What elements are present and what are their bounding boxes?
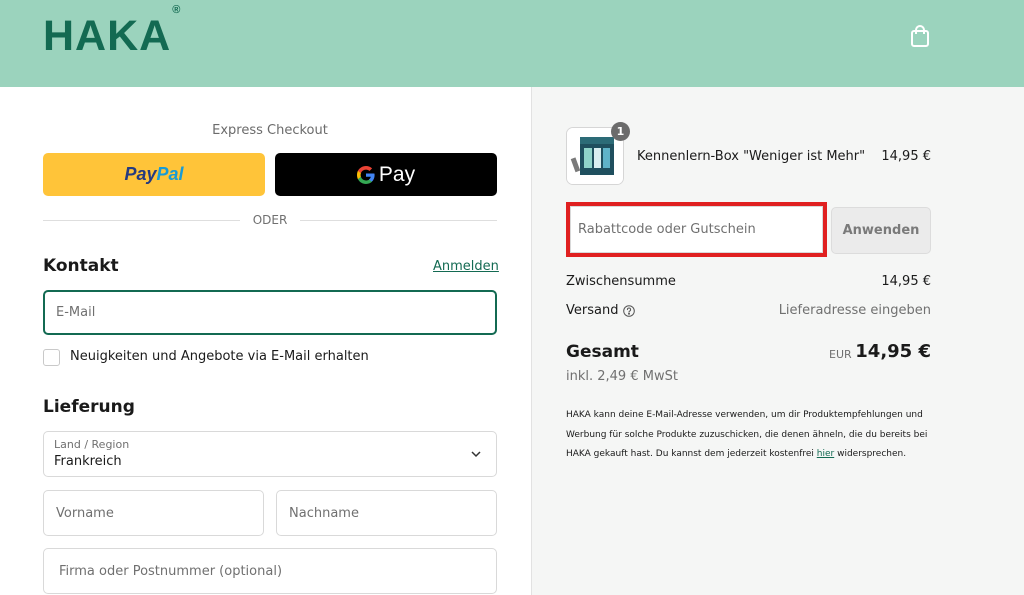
express-checkout-title: Express Checkout	[212, 123, 328, 138]
contact-title: Kontakt	[43, 256, 119, 276]
first-name-field[interactable]	[43, 490, 264, 536]
opt-out-link[interactable]: hier	[817, 449, 834, 459]
quantity-badge: 1	[611, 122, 630, 141]
subtotal-value: 14,95 €	[881, 274, 931, 289]
help-circle-icon[interactable]	[623, 305, 635, 317]
email-field[interactable]	[43, 290, 497, 335]
site-header: HAKA®	[0, 0, 1024, 87]
company-field[interactable]	[43, 548, 497, 594]
google-pay-button[interactable]: Pay	[275, 153, 497, 196]
country-select[interactable]: Land / Region Frankreich	[43, 431, 497, 477]
shipping-label: Versand	[566, 303, 619, 318]
marketing-legal-text: HAKA kann deine E-Mail-Adresse verwenden…	[566, 410, 928, 459]
google-g-icon	[356, 165, 375, 184]
shopping-bag-icon[interactable]	[909, 24, 931, 48]
paypal-button[interactable]: PayPal	[43, 153, 265, 196]
total-value: 14,95 €	[855, 341, 931, 362]
chevron-down-icon	[471, 451, 481, 458]
product-price: 14,95 €	[881, 149, 931, 164]
total-label: Gesamt	[566, 342, 639, 362]
logo-text: HAKA	[43, 12, 172, 60]
last-name-field[interactable]	[276, 490, 497, 536]
separator-label: ODER	[240, 213, 300, 227]
google-pay-label: Pay	[378, 162, 416, 186]
country-value: Frankreich	[54, 454, 122, 469]
country-label: Land / Region	[54, 438, 130, 451]
subtotal-label: Zwischensumme	[566, 274, 676, 289]
paypal-logo: PayPal	[124, 164, 184, 184]
discount-code-field[interactable]	[570, 206, 823, 253]
delivery-title: Lieferung	[43, 397, 135, 417]
haka-logo[interactable]: HAKA®	[43, 4, 180, 61]
newsletter-label: Neuigkeiten und Angebote via E-Mail erha…	[70, 349, 369, 364]
apply-discount-button[interactable]: Anwenden	[831, 207, 931, 254]
tax-note: inkl. 2,49 € MwSt	[566, 369, 678, 384]
product-name: Kennenlern-Box "Weniger ist Mehr"	[637, 149, 866, 164]
logo-registered-mark: ®	[172, 3, 182, 16]
newsletter-checkbox[interactable]	[43, 349, 60, 366]
shipping-value: Lieferadresse eingeben	[778, 303, 931, 318]
total-currency: EUR	[829, 348, 852, 361]
login-link[interactable]: Anmelden	[433, 259, 499, 274]
